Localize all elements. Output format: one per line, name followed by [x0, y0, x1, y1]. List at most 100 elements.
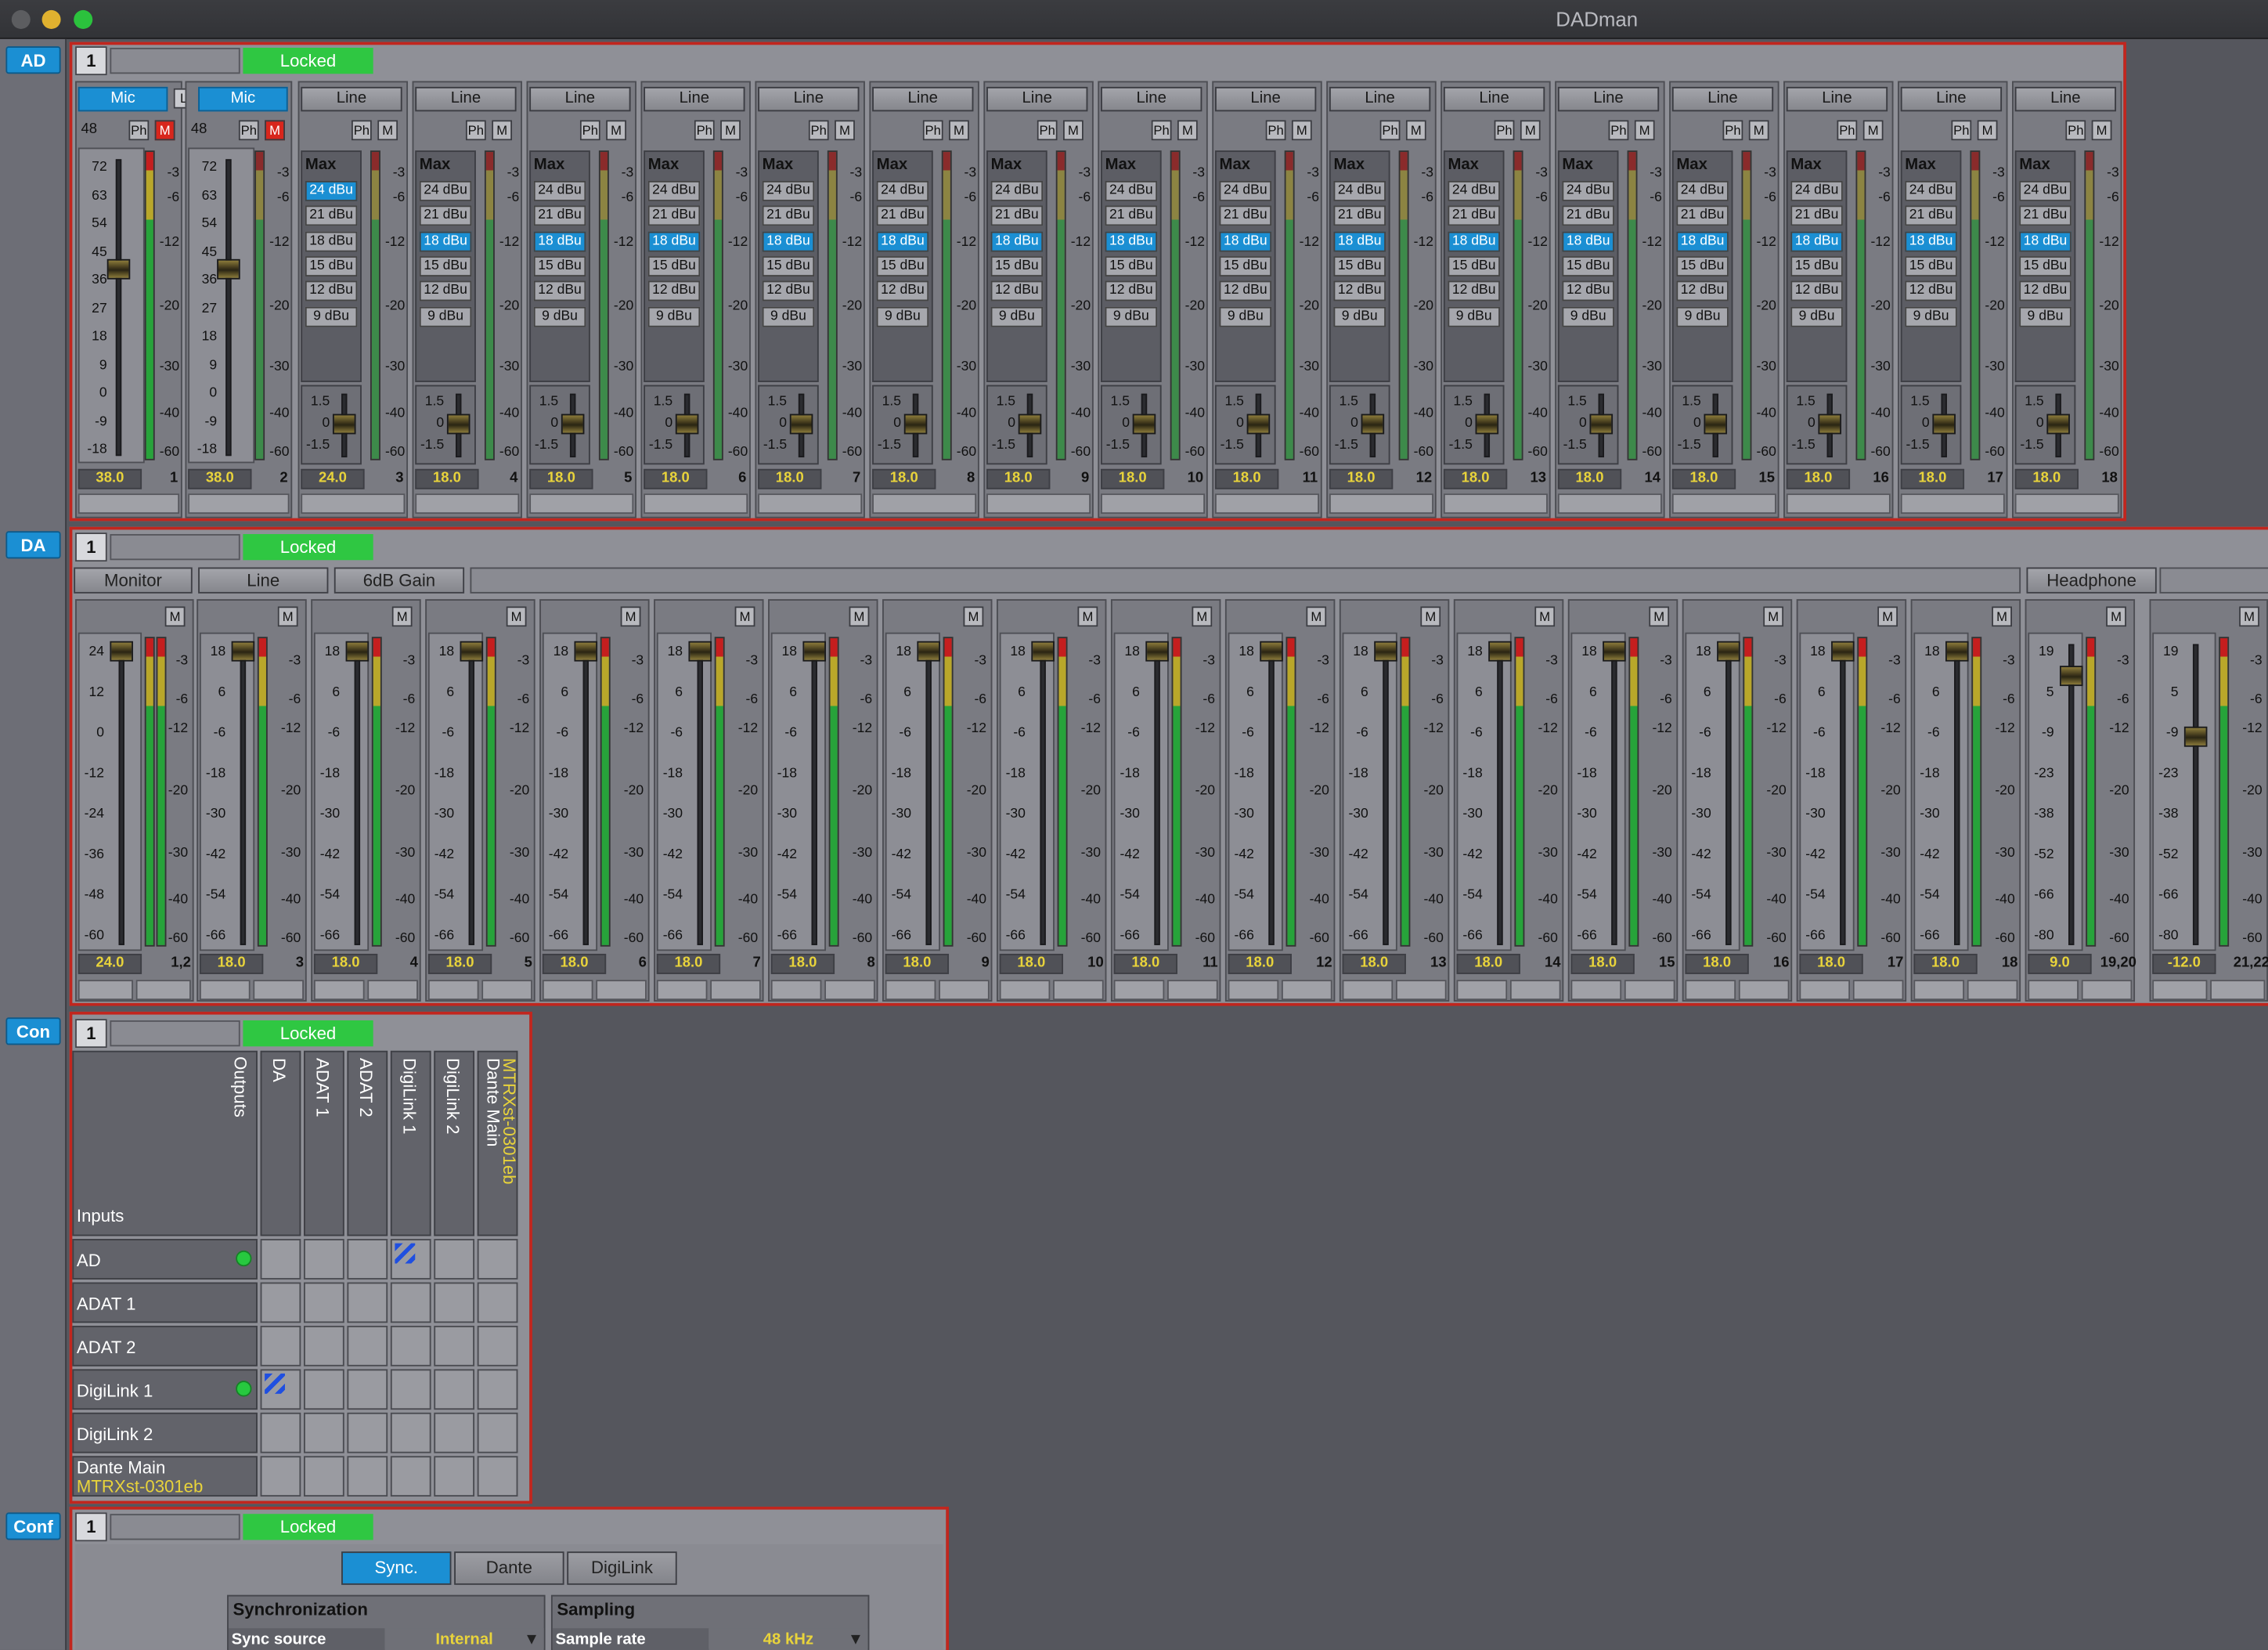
ref-level-option[interactable]: 9 dBu [1105, 305, 1158, 327]
gain-value[interactable]: 18.0 [1214, 468, 1279, 489]
channel-name-field[interactable] [1113, 980, 1165, 1001]
matrix-input-adat-2[interactable]: ADAT 2 [72, 1325, 258, 1367]
matrix-input-dante-main[interactable]: Dante Main MTRXst-0301eb [72, 1456, 258, 1497]
channel-name-field[interactable] [427, 980, 479, 1001]
matrix-crosspoint[interactable] [390, 1282, 431, 1323]
matrix-crosspoint[interactable] [434, 1325, 475, 1367]
ref-level-option[interactable]: 18 dBu [1333, 230, 1386, 251]
volume-fader-knob[interactable] [1031, 641, 1055, 662]
trim-fader-knob[interactable] [332, 413, 356, 435]
volume-value[interactable]: 18.0 [885, 953, 950, 974]
ref-level-option[interactable]: 12 dBu [647, 280, 701, 301]
matrix-crosspoint[interactable] [303, 1325, 344, 1367]
ref-level-option[interactable]: 21 dBu [1105, 205, 1158, 226]
phantom-button[interactable]: Ph [1265, 120, 1286, 141]
matrix-crosspoint[interactable] [477, 1412, 518, 1453]
mute-button[interactable]: M [2106, 606, 2126, 627]
volume-value[interactable]: 18.0 [1342, 953, 1406, 974]
ref-level-option[interactable]: 21 dBu [990, 205, 1044, 226]
volume-value[interactable]: 18.0 [1570, 953, 1635, 974]
volume-fader-knob[interactable] [1488, 641, 1512, 662]
mic-gain-fader-knob[interactable] [217, 258, 240, 280]
channel-name-field[interactable] [824, 980, 875, 1001]
category-line-button[interactable]: Line [198, 567, 329, 594]
mute-button[interactable]: M [1062, 120, 1084, 141]
channel-name-field[interactable] [78, 493, 180, 514]
trim-fader-knob[interactable] [1132, 413, 1156, 435]
device-number[interactable]: 1 [75, 46, 107, 76]
ref-level-option[interactable]: 12 dBu [1219, 280, 1272, 301]
volume-value[interactable]: 18.0 [313, 953, 378, 974]
ref-level-option[interactable]: 12 dBu [1105, 280, 1158, 301]
mute-button[interactable]: M [1862, 120, 1884, 141]
channel-name-field[interactable] [1557, 493, 1662, 514]
gain-value[interactable]: 18.0 [2014, 468, 2079, 489]
trim-fader-knob[interactable] [789, 413, 813, 435]
mute-button[interactable]: M [1634, 120, 1655, 141]
line-type-button[interactable]: Line [415, 86, 517, 112]
ref-level-option[interactable]: 9 dBu [647, 305, 701, 327]
ref-level-option[interactable]: 15 dBu [1448, 255, 1500, 276]
matrix-crosspoint[interactable] [347, 1325, 388, 1367]
matrix-crosspoint[interactable] [260, 1369, 301, 1410]
device-number[interactable]: 1 [75, 1512, 107, 1542]
volume-fader-knob[interactable] [802, 641, 826, 662]
phantom-button[interactable]: Ph [1037, 120, 1058, 141]
ref-level-option[interactable]: 15 dBu [1333, 255, 1386, 276]
mute-button[interactable]: M [1192, 606, 1213, 627]
ref-level-option[interactable]: 24 dBu [762, 181, 815, 201]
ref-level-option[interactable]: 9 dBu [533, 305, 586, 327]
ref-level-option[interactable]: 18 dBu [990, 230, 1044, 251]
matrix-output-adat-1[interactable]: ADAT 1 [303, 1050, 344, 1237]
matrix-crosspoint[interactable] [303, 1239, 344, 1280]
ref-level-option[interactable]: 15 dBu [1790, 255, 1843, 276]
line-type-button[interactable]: Line [529, 86, 631, 112]
channel-name-field[interactable] [1900, 493, 2005, 514]
matrix-crosspoint[interactable] [434, 1412, 475, 1453]
device-name-field[interactable] [110, 533, 240, 561]
matrix-crosspoint[interactable] [477, 1325, 518, 1367]
matrix-output-digilink-1[interactable]: DigiLink 1 [390, 1050, 431, 1237]
channel-name-field[interactable] [986, 493, 1091, 514]
channel-name-field[interactable] [885, 980, 936, 1001]
matrix-input-digilink-2[interactable]: DigiLink 2 [72, 1412, 258, 1453]
ref-level-option[interactable]: 15 dBu [647, 255, 701, 276]
nav-da-button[interactable]: DA [5, 531, 61, 559]
matrix-crosspoint[interactable] [390, 1325, 431, 1367]
volume-fader-knob[interactable] [1260, 641, 1283, 662]
phantom-button[interactable]: Ph [922, 120, 943, 141]
line-type-button[interactable]: Line [2014, 86, 2117, 112]
trim-fader-knob[interactable] [1818, 413, 1841, 435]
volume-fader-knob[interactable] [460, 641, 484, 662]
mute-button[interactable]: M [1291, 120, 1312, 141]
matrix-output-adat-2[interactable]: ADAT 2 [347, 1050, 388, 1237]
ref-level-option[interactable]: 18 dBu [533, 230, 586, 251]
ref-level-option[interactable]: 12 dBu [533, 280, 586, 301]
line-type-button[interactable]: Line [1671, 86, 1774, 112]
line-type-button[interactable]: Line [1786, 86, 1888, 112]
ref-level-option[interactable]: 15 dBu [1219, 255, 1272, 276]
channel-name-field[interactable] [253, 980, 304, 1001]
ref-level-option[interactable]: 15 dBu [1562, 255, 1614, 276]
volume-value[interactable]: 18.0 [199, 953, 264, 974]
volume-fader-knob[interactable] [574, 641, 598, 662]
mute-button[interactable]: M [1405, 120, 1426, 141]
ref-level-option[interactable]: 21 dBu [762, 205, 815, 226]
volume-value[interactable]: 18.0 [1456, 953, 1520, 974]
nav-ad-button[interactable]: AD [5, 46, 61, 74]
volume-value[interactable]: 18.0 [1228, 953, 1292, 974]
ref-level-option[interactable]: 21 dBu [533, 205, 586, 226]
ref-level-option[interactable]: 18 dBu [419, 230, 472, 251]
phantom-button[interactable]: Ph [465, 120, 486, 141]
volume-fader-knob[interactable] [1145, 641, 1169, 662]
mute-button[interactable]: M [1177, 120, 1198, 141]
volume-value[interactable]: 18.0 [542, 953, 607, 974]
volume-value[interactable]: 18.0 [999, 953, 1063, 974]
matrix-crosspoint[interactable] [347, 1282, 388, 1323]
channel-name-field[interactable] [199, 980, 251, 1001]
line-type-button[interactable]: Line [1214, 86, 1317, 112]
phantom-button[interactable]: Ph [2065, 120, 2086, 141]
line-type-button[interactable]: Line [986, 86, 1088, 112]
volume-fader-knob[interactable] [688, 641, 712, 662]
channel-name-field[interactable] [2210, 980, 2266, 1001]
